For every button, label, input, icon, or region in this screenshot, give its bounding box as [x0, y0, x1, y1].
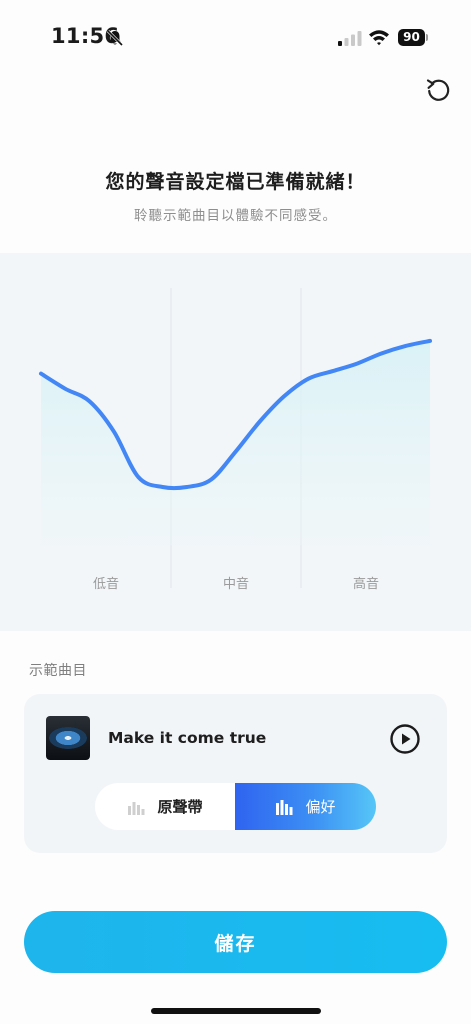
- reset-icon[interactable]: [424, 76, 452, 104]
- status-bar: 11:56 90: [0, 0, 471, 64]
- equalizer-chart: 低音 中音 高音: [0, 253, 471, 631]
- band-label-mid: 中音: [222, 577, 249, 592]
- battery-level: 90: [398, 29, 425, 46]
- preferred-option-label: 偏好: [305, 798, 336, 816]
- band-label-bass: 低音: [92, 577, 119, 592]
- track-title: Make it come true: [108, 729, 267, 747]
- save-button[interactable]: 儲存: [24, 911, 447, 973]
- home-indicator: [151, 1008, 321, 1014]
- cellular-signal-icon: [338, 31, 362, 46]
- play-circle-icon[interactable]: [389, 723, 421, 755]
- album-art: [46, 716, 90, 760]
- demo-track-card: Make it come true 原聲帶 偏好: [24, 694, 447, 853]
- original-option[interactable]: 原聲帶: [95, 783, 235, 830]
- equalizer-bars-icon: [276, 799, 293, 815]
- band-label-treble: 高音: [352, 577, 379, 592]
- equalizer-bars-icon: [128, 801, 145, 815]
- bell-slash-icon: [106, 29, 124, 47]
- eq-curve-fill: [41, 340, 430, 545]
- preferred-option[interactable]: 偏好: [235, 783, 376, 830]
- original-option-label: 原聲帶: [157, 798, 203, 816]
- page-title: 您的聲音設定檔已準備就緒！: [105, 171, 366, 193]
- sound-mode-toggle: 原聲帶 偏好: [95, 783, 376, 830]
- page-subtitle: 聆聽示範曲目以體驗不同感受。: [134, 208, 337, 224]
- demo-section-label: 示範曲目: [29, 663, 87, 679]
- battery-icon: 90: [398, 29, 428, 46]
- wifi-icon: [369, 30, 389, 46]
